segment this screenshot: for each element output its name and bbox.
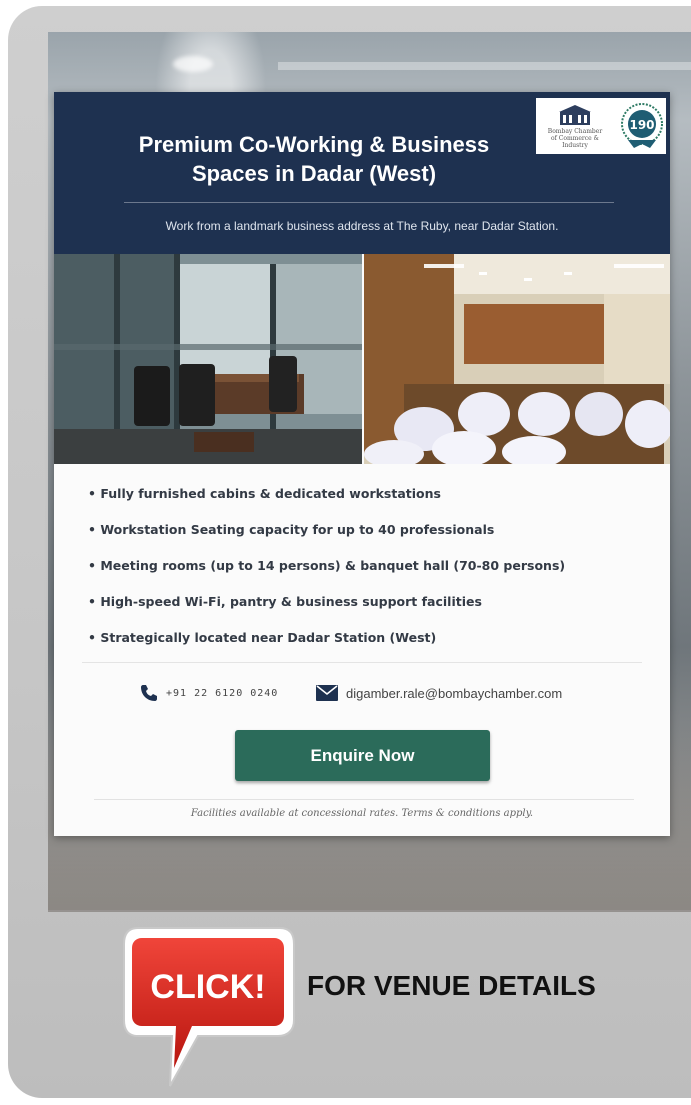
- seal-icon: 190: [621, 103, 663, 148]
- chamber-logo: Bombay Chamber of Commerce & Industry 19…: [536, 98, 666, 154]
- promo-flyer: Premium Co-Working & Business Spaces in …: [54, 92, 670, 836]
- building-logo-icon: [559, 105, 591, 125]
- chamber-name-line2: of Commerce & Industry: [551, 135, 599, 149]
- chamber-name: Bombay Chamber of Commerce & Industry: [538, 128, 612, 149]
- venue-details-link[interactable]: FOR VENUE DETAILS: [307, 970, 596, 1002]
- header-divider: [124, 202, 614, 203]
- title-line-1: Premium Co-Working & Business: [138, 132, 490, 157]
- flyer-subtitle: Work from a landmark business address at…: [165, 219, 559, 233]
- feature-item: • Workstation Seating capacity for up to…: [88, 522, 495, 537]
- chamber-name-line1: Bombay Chamber: [547, 128, 603, 135]
- flyer-header: Premium Co-Working & Business Spaces in …: [54, 92, 670, 254]
- click-speech-bubble-icon[interactable]: CLICK!: [120, 922, 296, 1090]
- terms-footnote: Facilities available at concessional rat…: [190, 808, 534, 819]
- phone-icon: [141, 685, 157, 701]
- banquet-hall-photo: [364, 254, 670, 464]
- feature-item: • Meeting rooms (up to 14 persons) & ban…: [88, 558, 566, 573]
- enquire-now-button[interactable]: Enquire Now: [235, 730, 490, 781]
- flyer-title: Premium Co-Working & Business Spaces in …: [94, 130, 534, 188]
- email-address: digamber.rale@bombaychamber.com: [346, 685, 563, 701]
- phone-number: +91 22 6120 0240: [166, 687, 279, 699]
- page-card: Premium Co-Working & Business Spaces in …: [8, 6, 691, 1098]
- divider: [94, 799, 634, 800]
- mail-icon: [316, 685, 338, 701]
- phone-contact[interactable]: +91 22 6120 0240: [140, 682, 278, 704]
- cabin-photo: [54, 254, 362, 464]
- divider: [82, 662, 642, 663]
- seal-number: 190: [629, 118, 654, 132]
- title-line-2: Spaces in Dadar (West): [191, 161, 437, 186]
- feature-item: • Fully furnished cabins & dedicated wor…: [88, 486, 441, 501]
- feature-item: • High-speed Wi-Fi, pantry & business su…: [88, 594, 482, 609]
- feature-list: • Fully furnished cabins & dedicated wor…: [88, 484, 648, 664]
- feature-item: • Strategically located near Dadar Stati…: [88, 630, 437, 645]
- click-text: CLICK!: [150, 968, 265, 1006]
- email-contact[interactable]: digamber.rale@bombaychamber.com: [316, 682, 562, 704]
